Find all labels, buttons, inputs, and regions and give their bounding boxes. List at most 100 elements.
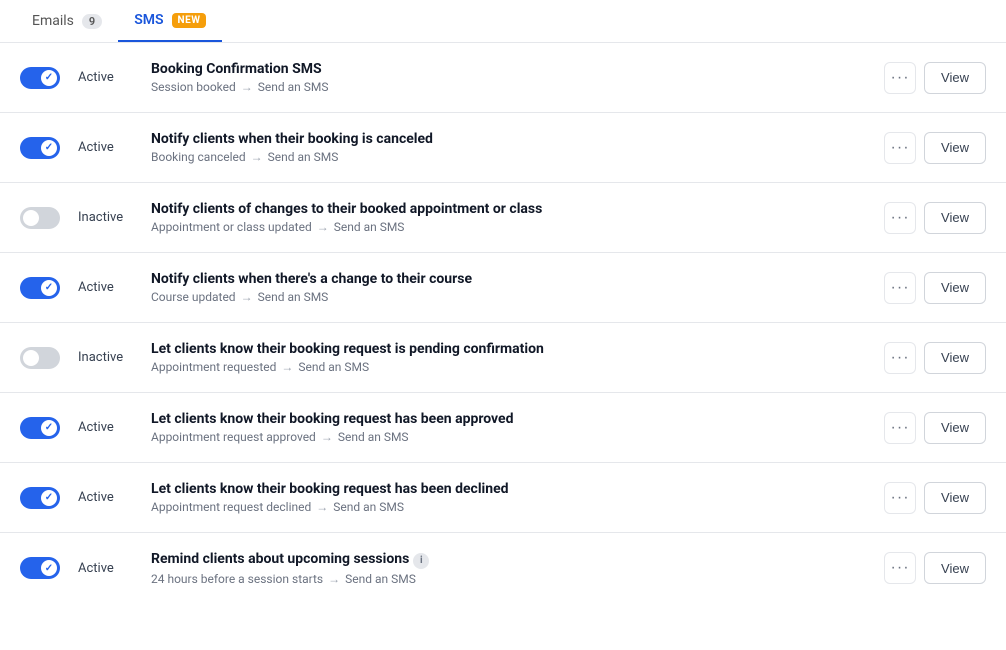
arrow-icon: → [328,572,340,586]
item-content: Notify clients when there's a change to … [151,271,866,304]
list-item: ✓ Active Let clients know their booking … [0,463,1006,533]
view-button[interactable]: View [924,552,986,584]
toggle-5[interactable]: ✓ [20,347,60,369]
view-button[interactable]: View [924,482,986,514]
action-text: Send an SMS [268,150,339,164]
item-actions: ··· View [884,132,986,164]
item-title: Let clients know their booking request i… [151,341,866,357]
view-button[interactable]: View [924,342,986,374]
list-item: ✓ Active Notify clients when their booki… [0,113,1006,183]
item-actions: ··· View [884,412,986,444]
tab-emails-badge: 9 [82,14,102,29]
toggle-check-icon: ✓ [45,422,53,433]
toggle-4[interactable]: ✓ [20,277,60,299]
item-subtitle: Appointment requested → Send an SMS [151,360,866,374]
tab-emails[interactable]: Emails 9 [16,1,118,41]
trigger-text: 24 hours before a session starts [151,572,323,586]
view-button[interactable]: View [924,62,986,94]
item-title: Notify clients of changes to their booke… [151,201,866,217]
toggle-8[interactable]: ✓ [20,557,60,579]
item-subtitle: Appointment or class updated → Send an S… [151,220,866,234]
status-label: Active [78,420,133,435]
trigger-text: Course updated [151,290,236,304]
item-actions: ··· View [884,272,986,304]
status-label: Active [78,140,133,155]
items-list: ✓ Active Booking Confirmation SMS Sessio… [0,43,1006,604]
toggle-check-icon: ✓ [45,282,53,293]
trigger-text: Appointment or class updated [151,220,312,234]
arrow-icon: → [251,150,263,164]
tab-emails-label: Emails [32,13,74,29]
more-options-button[interactable]: ··· [884,412,916,444]
view-button[interactable]: View [924,412,986,444]
toggle-check-icon: ✓ [45,492,53,503]
more-options-button[interactable]: ··· [884,272,916,304]
toggle-2[interactable]: ✓ [20,137,60,159]
item-subtitle: Booking canceled → Send an SMS [151,150,866,164]
list-item: ✓ Active Booking Confirmation SMS Sessio… [0,43,1006,113]
more-options-button[interactable]: ··· [884,552,916,584]
item-actions: ··· View [884,202,986,234]
list-item: ✓ Active Notify clients when there's a c… [0,253,1006,323]
toggle-check-icon: ✓ [45,72,53,83]
trigger-text: Booking canceled [151,150,246,164]
list-item: ✓ Active Let clients know their booking … [0,393,1006,463]
view-button[interactable]: View [924,202,986,234]
more-options-button[interactable]: ··· [884,132,916,164]
item-content: Let clients know their booking request h… [151,481,866,514]
status-label: Active [78,280,133,295]
toggle-7[interactable]: ✓ [20,487,60,509]
more-options-button[interactable]: ··· [884,62,916,94]
list-item: ✓ Inactive Notify clients of changes to … [0,183,1006,253]
arrow-icon: → [321,430,333,444]
arrow-icon: → [281,360,293,374]
item-actions: ··· View [884,62,986,94]
trigger-text: Appointment request approved [151,430,316,444]
item-actions: ··· View [884,552,986,584]
more-options-button[interactable]: ··· [884,482,916,514]
item-content: Let clients know their booking request i… [151,341,866,374]
status-label: Inactive [78,210,133,225]
toggle-check-icon: ✓ [45,563,53,574]
tab-sms[interactable]: SMS NEW [118,0,222,42]
status-label: Active [78,70,133,85]
status-label: Active [78,561,133,576]
more-options-button[interactable]: ··· [884,342,916,374]
toggle-6[interactable]: ✓ [20,417,60,439]
item-content: Notify clients when their booking is can… [151,131,866,164]
item-title: Let clients know their booking request h… [151,411,866,427]
item-actions: ··· View [884,342,986,374]
item-title: Booking Confirmation SMS [151,61,866,77]
list-item: ✓ Active Remind clients about upcoming s… [0,533,1006,604]
item-content: Remind clients about upcoming sessionsi … [151,551,866,586]
toggle-check-icon: ✓ [45,142,53,153]
trigger-text: Appointment request declined [151,500,311,514]
info-icon[interactable]: i [413,553,429,569]
arrow-icon: → [241,290,253,304]
view-button[interactable]: View [924,132,986,164]
action-text: Send an SMS [298,360,369,374]
toggle-3[interactable]: ✓ [20,207,60,229]
item-content: Booking Confirmation SMS Session booked … [151,61,866,94]
action-text: Send an SMS [333,500,404,514]
action-text: Send an SMS [345,572,416,586]
status-label: Inactive [78,350,133,365]
trigger-text: Appointment requested [151,360,276,374]
action-text: Send an SMS [258,290,329,304]
view-button[interactable]: View [924,272,986,304]
action-text: Send an SMS [258,80,329,94]
status-label: Active [78,490,133,505]
item-actions: ··· View [884,482,986,514]
item-content: Notify clients of changes to their booke… [151,201,866,234]
item-title: Notify clients when their booking is can… [151,131,866,147]
item-subtitle: 24 hours before a session starts → Send … [151,572,866,586]
toggle-1[interactable]: ✓ [20,67,60,89]
arrow-icon: → [241,80,253,94]
action-text: Send an SMS [334,220,405,234]
item-content: Let clients know their booking request h… [151,411,866,444]
action-text: Send an SMS [338,430,409,444]
more-options-button[interactable]: ··· [884,202,916,234]
item-subtitle: Appointment request declined → Send an S… [151,500,866,514]
tabs-container: Emails 9 SMS NEW [0,0,1006,43]
tab-sms-label: SMS [134,12,163,28]
